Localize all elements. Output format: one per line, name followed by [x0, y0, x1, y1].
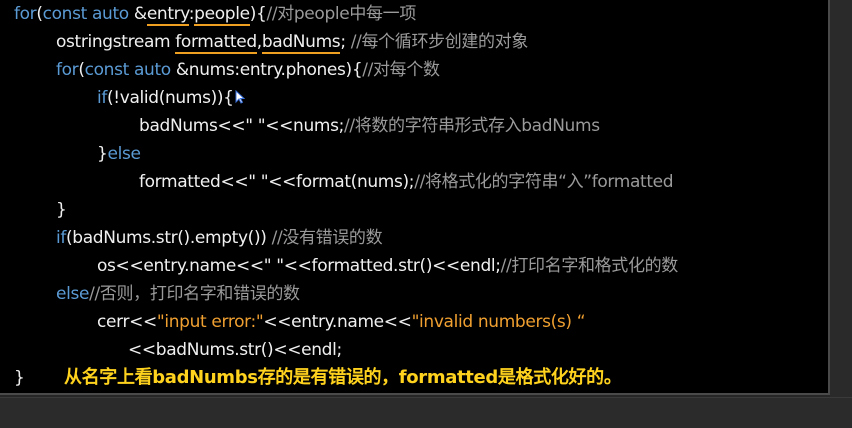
underlined-formatted: formatted [175, 32, 257, 54]
comment: //对people中每一项 [266, 4, 416, 24]
underlined-entry: entry [146, 4, 189, 26]
comment: //没有错误的数 [271, 228, 383, 248]
comment: //将格式化的字符串“入”formatted [414, 172, 674, 192]
video-frame: for(const auto &entry:people){//对people中… [0, 0, 852, 428]
keyword-const-auto: const auto [42, 4, 130, 24]
code-line-3: for(const auto &nums:entry.phones){//对每个… [56, 60, 440, 80]
comment: //打印名字和格式化的数 [500, 256, 679, 276]
string-literal: "input error:" [156, 312, 264, 332]
right-margin [830, 0, 852, 397]
comment: //每个循环步创建的对象 [345, 32, 529, 52]
string-literal: "invalid numbers(s) “ [411, 312, 586, 332]
comment: //对每个数 [362, 60, 440, 80]
keyword-for: for [14, 4, 37, 24]
code-line-7: formatted<<" "<<format(nums);//将格式化的字符串“… [139, 172, 674, 192]
code-line-6: }else [97, 144, 141, 164]
code-line-1: for(const auto &entry:people){//对people中… [14, 4, 416, 26]
mouse-pointer-icon [235, 90, 245, 104]
bottom-bar [0, 397, 852, 428]
code-line-11: else//否则，打印名字和错误的数 [56, 284, 300, 304]
comment: //将数的字符串形式存入badNums [343, 116, 600, 136]
annotation-caption: 从名字上看badNumbs存的是有错误的，formatted是格式化好的。 [64, 367, 622, 388]
code-line-13: <<badNums.str()<<endl; [128, 340, 342, 360]
code-line-4: if(!valid(nums)){ [97, 84, 245, 112]
code-line-8: } [56, 200, 67, 220]
code-line-2: ostringstream formatted,badNums; //每个循环步… [56, 32, 529, 54]
code-line-9: if(badNums.str().empty()) //没有错误的数 [56, 228, 383, 248]
comment: //否则，打印名字和错误的数 [89, 284, 300, 304]
code-line-5: badNums<<" "<<nums;//将数的字符串形式存入badNums [139, 116, 600, 136]
code-editor-panel: for(const auto &entry:people){//对people中… [0, 0, 830, 395]
underlined-badnums: badNums [261, 32, 341, 54]
code-line-10: os<<entry.name<<" "<<formatted.str()<<en… [97, 256, 679, 276]
code-line-14: } [14, 368, 25, 388]
code-line-12: cerr<<"input error:"<<entry.name<<"inval… [97, 312, 586, 332]
underlined-people: people [194, 4, 250, 26]
